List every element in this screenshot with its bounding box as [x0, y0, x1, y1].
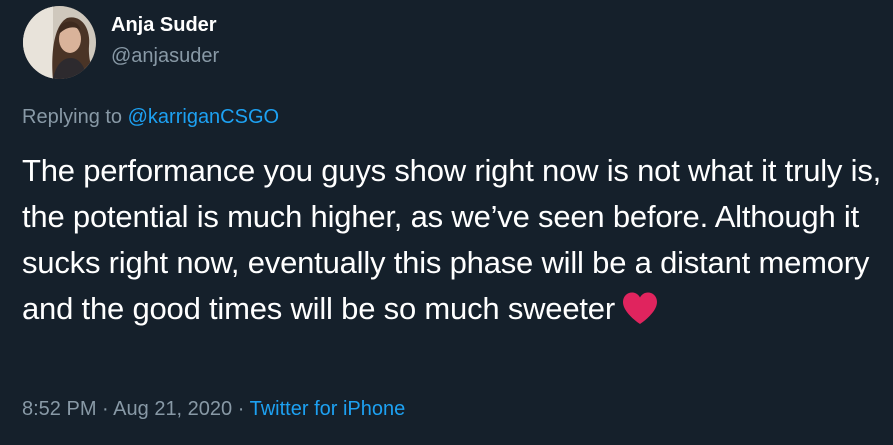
reply-mention-link[interactable]: @karriganCSGO	[128, 106, 279, 128]
heart-emoji-icon	[621, 291, 659, 338]
tweet-date[interactable]: Aug 21, 2020	[113, 398, 232, 420]
author-display-name[interactable]: Anja Suder	[111, 14, 217, 37]
tweet-text: The performance you guys show right now …	[22, 148, 882, 338]
tweet-time[interactable]: 8:52 PM	[22, 398, 96, 420]
replying-to-line: Replying to @karriganCSGO	[22, 106, 279, 129]
profile-photo-icon	[23, 6, 96, 79]
tweet: Anja Suder @anjasuder Replying to @karri…	[0, 0, 893, 445]
replying-to-label: Replying to	[22, 106, 123, 128]
tweet-body: The performance you guys show right now …	[22, 153, 882, 326]
tweet-meta: 8:52 PM · Aug 21, 2020 · Twitter for iPh…	[22, 398, 405, 421]
meta-separator: ·	[102, 398, 109, 420]
tweet-source-link[interactable]: Twitter for iPhone	[250, 398, 406, 420]
meta-separator: ·	[237, 398, 245, 420]
avatar[interactable]	[23, 6, 96, 79]
author-handle[interactable]: @anjasuder	[111, 45, 219, 68]
